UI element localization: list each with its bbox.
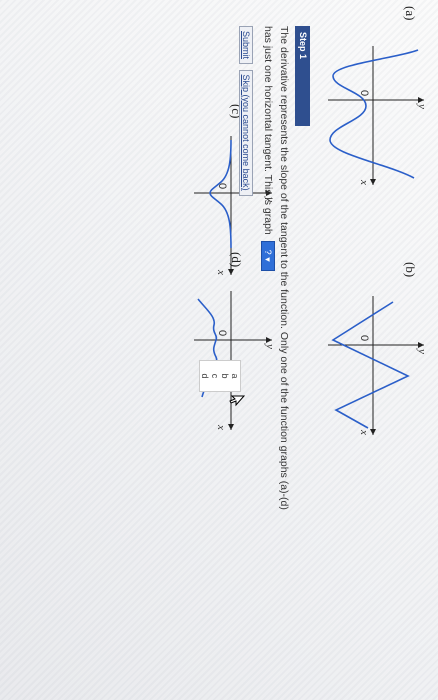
option-b[interactable]: b <box>220 361 230 391</box>
mouse-cursor-icon <box>229 395 245 407</box>
option-c[interactable]: c <box>210 361 220 391</box>
graph-d-origin: 0 <box>216 330 228 336</box>
graph-a-y-arrow <box>418 97 424 103</box>
step-title: Step 1 <box>295 26 310 126</box>
answer-options-list[interactable]: a b c d <box>199 360 241 392</box>
submit-button[interactable]: Submit <box>239 26 253 65</box>
step-text-line-2: has just one horizontal tangent. This is… <box>260 26 276 556</box>
graph-d-label: (d) <box>229 252 244 268</box>
graph-b-x-arrow <box>370 429 376 435</box>
graph-a-y-label: y <box>416 103 428 109</box>
option-d[interactable]: d <box>200 361 210 391</box>
graph-c-origin: 0 <box>216 183 228 189</box>
graph-b-label: (b) <box>403 262 418 278</box>
graph-d-x-label: x <box>215 424 227 430</box>
graph-b-y-label: y <box>416 348 428 354</box>
graph-b-y-arrow <box>418 342 424 348</box>
step-text-line-1: The derivative represents the slope of t… <box>278 26 290 510</box>
graph-a-curve <box>329 49 419 179</box>
rotated-screen: (a) y x 0 (b) y x 0 (c) y x 0 (d) y x 0 … <box>0 0 438 700</box>
chevron-down-icon: ▾ <box>262 257 273 262</box>
skip-button[interactable]: Skip (you cannot come back) <box>239 69 253 196</box>
answer-select[interactable]: ? ▾ <box>260 240 275 271</box>
graph-c-x-arrow <box>228 269 234 275</box>
graph-b-curve <box>331 301 410 429</box>
graph-b[interactable]: y x 0 <box>323 290 428 440</box>
graph-a-label: (a) <box>403 6 418 21</box>
step-text-line-2-text: has just one horizontal tangent. This is… <box>262 26 274 235</box>
graph-c-x-label: x <box>215 269 227 275</box>
step-buttons: Submit Skip (you cannot come back) <box>239 26 253 199</box>
graph-b-origin: 0 <box>358 335 370 341</box>
graph-a-origin: 0 <box>358 90 370 96</box>
answer-select-value: ? <box>262 249 273 255</box>
graph-a-x-label: x <box>358 179 370 185</box>
graph-a[interactable]: y x 0 <box>323 40 428 190</box>
step-text: The derivative represents the slope of t… <box>260 26 292 556</box>
graph-d-x-arrow <box>228 424 234 430</box>
graph-b-x-label: x <box>358 429 370 435</box>
graph-c-curve <box>209 139 232 249</box>
graph-a-x-arrow <box>370 179 376 185</box>
option-a[interactable]: a <box>230 361 240 391</box>
